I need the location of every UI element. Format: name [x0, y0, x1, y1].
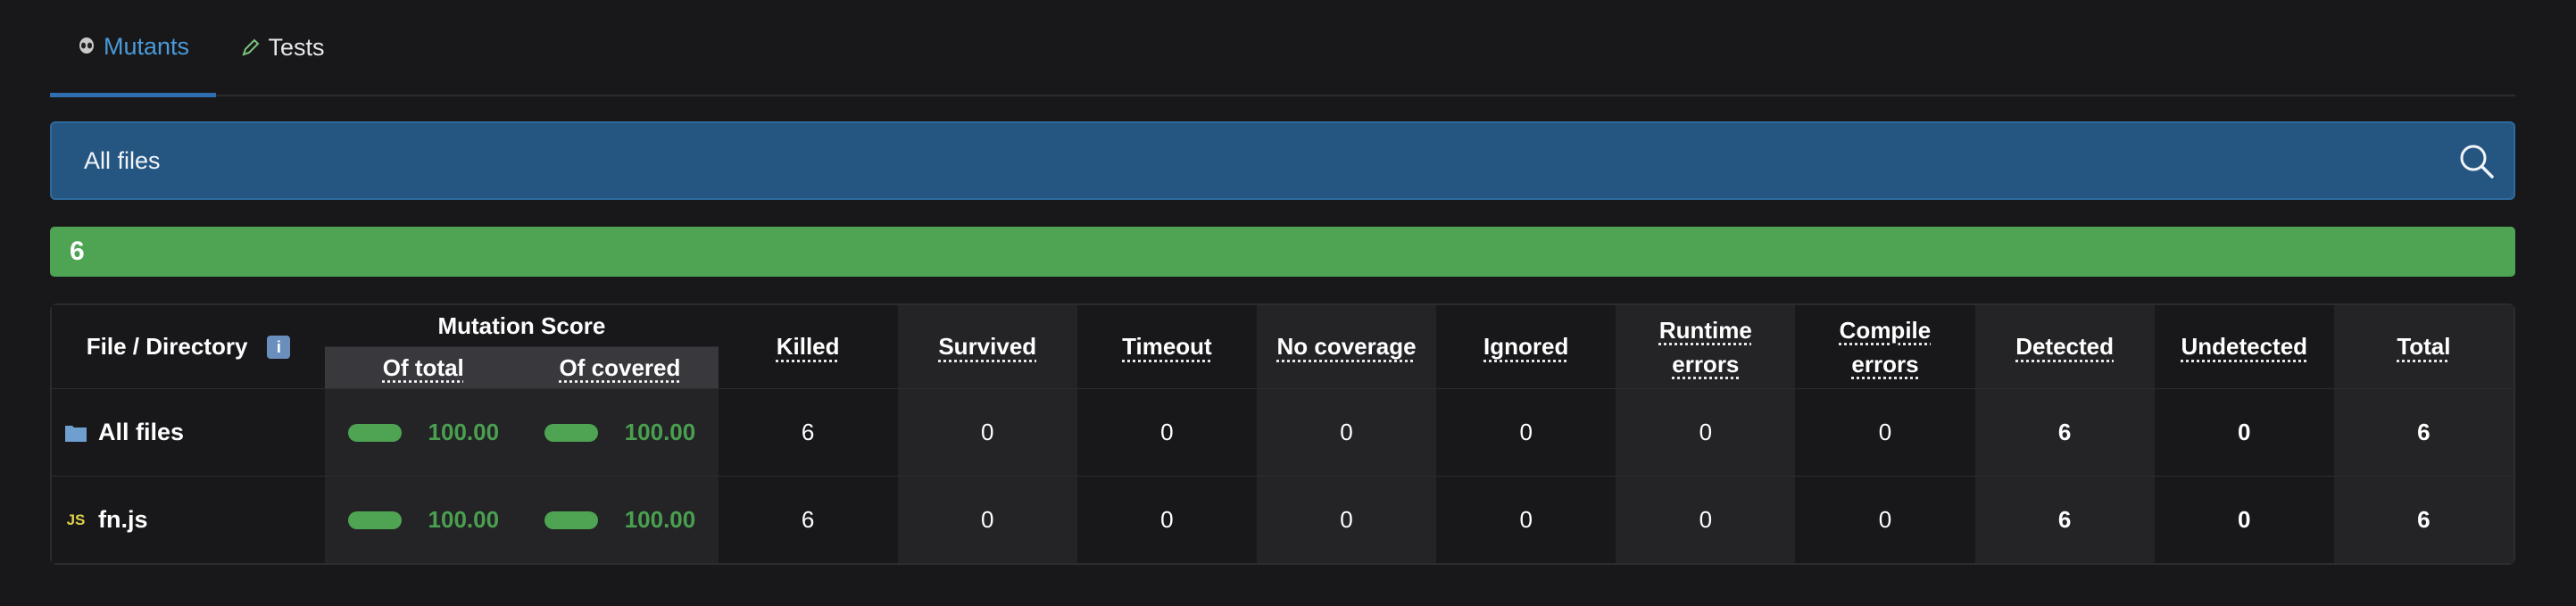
cell-runtime-errors: 0 — [1616, 389, 1796, 477]
header-file: File / Directory i — [52, 305, 326, 389]
cell-total: 6 — [2333, 477, 2514, 563]
header-survived[interactable]: Survived — [897, 305, 1077, 389]
progress-fill — [50, 227, 2515, 277]
score-of-total: 100.00 — [325, 477, 522, 563]
cell-no-coverage: 0 — [1256, 389, 1437, 477]
tab-mutants[interactable]: Mutants — [50, 0, 216, 97]
mutation-progress-bar: 6 — [50, 227, 2515, 277]
cell-runtime-errors: 0 — [1616, 477, 1796, 563]
cell-compile-errors: 0 — [1795, 477, 1975, 563]
score-bar-fill — [347, 511, 402, 529]
score-of-total: 100.00 — [325, 389, 522, 477]
js-file-icon: JS — [66, 511, 86, 528]
score-bar-fill — [544, 511, 598, 529]
score-of-covered: 100.00 — [521, 389, 719, 477]
alien-icon — [77, 37, 96, 56]
table-row: JS fn.js 100.00 100.00 6 0 0 0 0 0 0 6 0… — [52, 477, 2514, 563]
search-icon[interactable] — [2456, 141, 2496, 180]
tab-tests-label: Tests — [268, 33, 325, 61]
score-bar — [544, 511, 598, 529]
cell-no-coverage: 0 — [1256, 477, 1437, 563]
cell-timeout: 0 — [1076, 477, 1257, 563]
cell-killed: 6 — [718, 389, 898, 477]
score-bar — [347, 423, 402, 442]
folder-icon — [65, 425, 87, 442]
cell-survived: 0 — [897, 389, 1077, 477]
cell-undetected: 0 — [2154, 477, 2334, 563]
file-cell[interactable]: JS fn.js — [52, 477, 326, 563]
header-killed[interactable]: Killed — [718, 305, 898, 389]
cell-undetected: 0 — [2154, 389, 2334, 477]
cell-compile-errors: 0 — [1795, 389, 1975, 477]
breadcrumb-label: All files — [84, 147, 161, 174]
tab-tests[interactable]: Tests — [216, 0, 350, 95]
progress-value: 6 — [70, 237, 85, 266]
cell-total: 6 — [2333, 389, 2514, 477]
score-of-covered: 100.00 — [521, 477, 719, 563]
score-bar-fill — [544, 423, 598, 442]
cell-survived: 0 — [897, 477, 1077, 563]
score-bar-fill — [347, 423, 402, 442]
score-bar — [544, 423, 598, 442]
header-total[interactable]: Total — [2333, 305, 2514, 389]
header-mutation-score: Mutation Score — [325, 305, 719, 347]
header-undetected[interactable]: Undetected — [2154, 305, 2334, 389]
header-runtime-errors[interactable]: Runtime errors — [1616, 305, 1796, 389]
header-ignored[interactable]: Ignored — [1436, 305, 1616, 389]
header-compile-errors[interactable]: Compile errors — [1795, 305, 1975, 389]
cell-ignored: 0 — [1436, 477, 1616, 563]
file-cell[interactable]: All files — [52, 389, 326, 477]
header-file-label: File / Directory — [86, 333, 248, 360]
header-of-covered[interactable]: Of covered — [521, 347, 719, 389]
score-bar — [347, 511, 402, 529]
metrics-table: File / Directory i Mutation Score Killed… — [50, 303, 2515, 565]
file-link[interactable]: fn.js — [98, 506, 148, 534]
table-row: All files 100.00 100.00 6 0 0 0 0 0 0 6 … — [52, 389, 2514, 477]
cell-timeout: 0 — [1076, 389, 1257, 477]
file-link[interactable]: All files — [98, 419, 184, 446]
header-of-total[interactable]: Of total — [325, 347, 522, 389]
tab-mutants-label: Mutants — [103, 32, 190, 60]
cell-detected: 6 — [1974, 477, 2155, 563]
pencil-icon — [241, 37, 261, 57]
breadcrumb-bar[interactable]: All files — [50, 121, 2515, 200]
header-timeout[interactable]: Timeout — [1076, 305, 1257, 389]
cell-detected: 6 — [1974, 389, 2155, 477]
header-detected[interactable]: Detected — [1974, 305, 2155, 389]
cell-ignored: 0 — [1436, 389, 1616, 477]
info-icon[interactable]: i — [267, 335, 291, 359]
header-no-coverage[interactable]: No coverage — [1256, 305, 1437, 389]
tab-bar: Mutants Tests — [50, 0, 2515, 97]
cell-killed: 6 — [718, 477, 898, 563]
